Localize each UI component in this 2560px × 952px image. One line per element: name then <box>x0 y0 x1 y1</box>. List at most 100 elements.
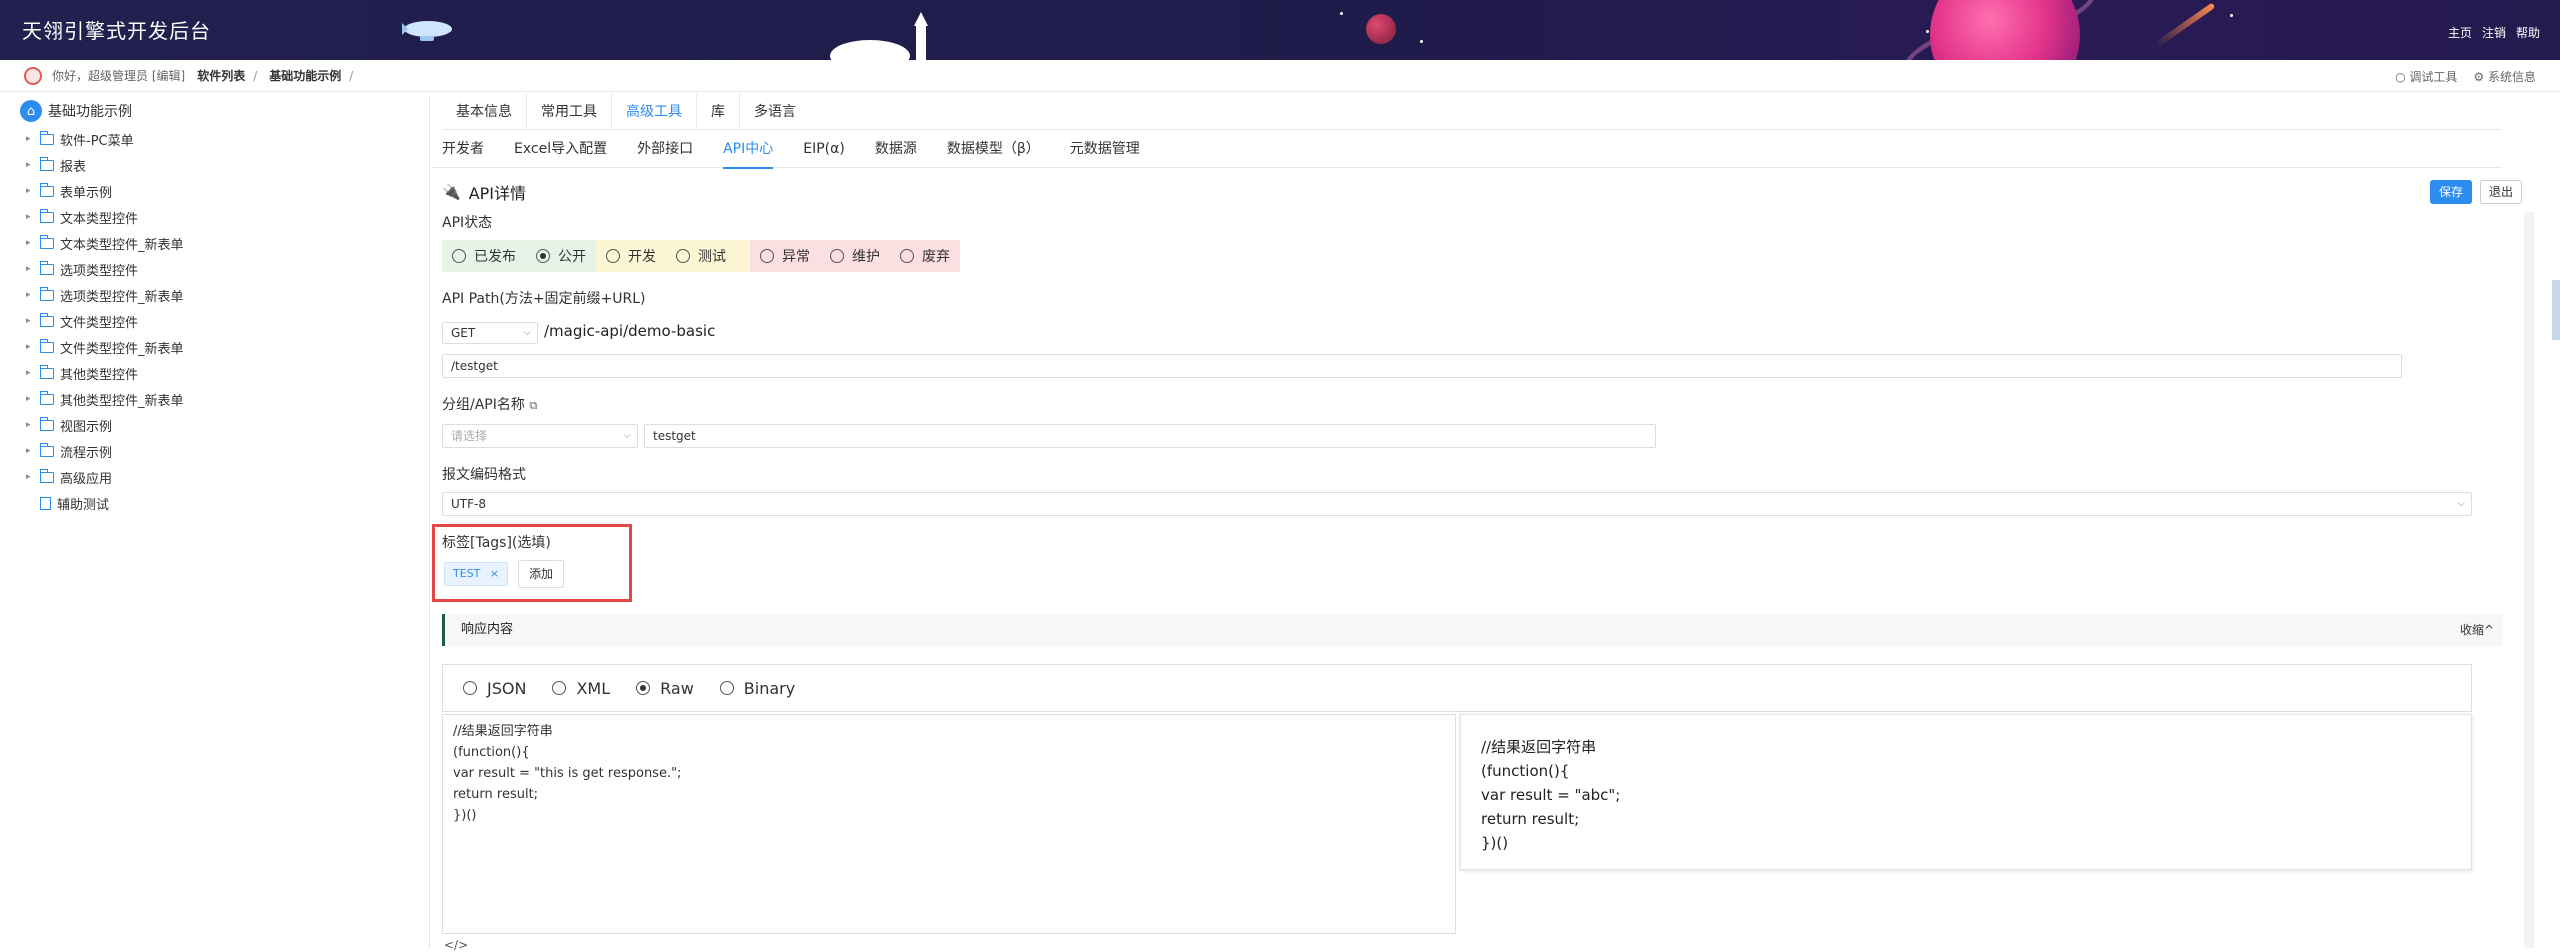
format-label: Raw <box>660 678 694 698</box>
tab-datasource[interactable]: 数据源 <box>865 130 937 168</box>
scrollbar[interactable] <box>2524 212 2534 948</box>
sidebar-item[interactable]: ▸ 文本类型控件_新表单 <box>26 230 184 256</box>
status-radio[interactable] <box>830 249 844 263</box>
code-icon[interactable]: </> <box>444 938 468 952</box>
avatar[interactable] <box>24 66 42 85</box>
save-button[interactable]: 保存 <box>2430 180 2472 204</box>
expand-icon[interactable]: ▸ <box>26 316 40 326</box>
sidebar-item[interactable]: ▸ 选项类型控件 <box>26 256 184 282</box>
status-option-label: 已发布 <box>474 249 516 265</box>
expand-icon[interactable]: ▸ <box>26 394 40 404</box>
expand-icon[interactable]: ▸ <box>26 238 40 248</box>
sidebar-item[interactable]: ▸ 其他类型控件 <box>26 360 184 386</box>
sidebar-item-label: 报表 <box>60 159 87 175</box>
sidebar-item[interactable]: ▸ 报表 <box>26 152 184 178</box>
collapse-button[interactable]: 收缩^ <box>2460 614 2494 646</box>
tree-root[interactable]: ⌂ 基础功能示例 <box>20 100 132 122</box>
status-radio[interactable] <box>606 249 620 263</box>
status-radio[interactable] <box>452 249 466 263</box>
expand-icon[interactable]: ▸ <box>26 472 40 482</box>
sidebar-item-label: 文件类型控件 <box>60 315 139 331</box>
status-radio[interactable] <box>760 249 774 263</box>
folder-icon <box>40 416 54 431</box>
sidebar-item[interactable]: ▸ 其他类型控件_新表单 <box>26 386 184 412</box>
expand-icon[interactable]: ▸ <box>26 290 40 300</box>
tree-root-label: 基础功能示例 <box>48 104 132 120</box>
expand-icon[interactable]: ▸ <box>26 342 40 352</box>
tab-developer[interactable]: 开发者 <box>432 130 504 168</box>
system-info-link[interactable]: ⚙ 系统信息 <box>2473 68 2536 85</box>
tree-list: ▸ 软件-PC菜单 ▸ 报表 ▸ 表单示例 ▸ 文本类型控件 ▸ 文本类型控件_新表单 ▸… <box>26 126 184 516</box>
response-preview: //结果返回字符串 (function(){ var result = "abc… <box>1460 714 2472 870</box>
group-select[interactable]: 请选择 ⌵ <box>442 424 638 448</box>
path-input[interactable]: /testget <box>442 354 2402 378</box>
sidebar-item[interactable]: ▸ 文本类型控件 <box>26 204 184 230</box>
format-option-xml[interactable]: XML <box>552 679 610 698</box>
sidebar-item-label: 其他类型控件 <box>60 367 139 383</box>
nav-home[interactable]: 主页 <box>2448 24 2472 41</box>
status-group-pink: 异常 维护 废弃 <box>750 240 960 272</box>
breadcrumb-item[interactable]: 软件列表 <box>197 67 245 84</box>
exit-button[interactable]: 退出 <box>2480 180 2522 204</box>
nav-logout[interactable]: 注销 <box>2482 24 2506 41</box>
sidebar-item[interactable]: ▸ 视图示例 <box>26 412 184 438</box>
expand-icon[interactable]: ▸ <box>26 186 40 196</box>
folder-icon <box>40 182 54 197</box>
encoding-label: 报文编码格式 <box>442 467 526 483</box>
breadcrumb: 你好，超级管理员 [编辑] 软件列表 / 基础功能示例 / ○ 调试工具 ⚙ 系… <box>0 60 2560 92</box>
debug-tools-link[interactable]: ○ 调试工具 <box>2395 68 2457 85</box>
expand-icon[interactable]: ▸ <box>26 134 40 144</box>
format-option-raw[interactable]: Raw <box>636 679 694 698</box>
tab-data-model[interactable]: 数据模型（β） <box>937 130 1060 168</box>
status-option-label: 公开 <box>558 249 586 265</box>
status-radio[interactable] <box>536 249 550 263</box>
tab-eip[interactable]: EIP(α) <box>793 130 865 168</box>
sidebar-item[interactable]: ▸ 流程示例 <box>26 438 184 464</box>
format-radio[interactable] <box>636 681 651 695</box>
tab-api-center[interactable]: API中心 <box>713 130 793 169</box>
format-option-json[interactable]: JSON <box>463 679 526 698</box>
format-radio[interactable] <box>552 681 567 695</box>
tab-i18n[interactable]: 多语言 <box>739 94 810 130</box>
format-radio-group: JSON XML Raw Binary <box>442 664 2472 712</box>
sidebar-item[interactable]: ▸ 高级应用 <box>26 464 184 490</box>
status-radio[interactable] <box>900 249 914 263</box>
api-name-input[interactable]: testget <box>644 424 1656 448</box>
copy-icon[interactable]: ⧉ <box>529 399 537 412</box>
expand-icon[interactable]: ▸ <box>26 368 40 378</box>
tab-basic-info[interactable]: 基本信息 <box>442 94 526 130</box>
scrollbar-thumb[interactable] <box>2552 280 2560 340</box>
response-code-editor[interactable]: //结果返回字符串 (function(){ var result = "thi… <box>442 714 1456 934</box>
breadcrumb-item[interactable]: 基础功能示例 <box>269 67 341 84</box>
sidebar-item[interactable]: ▸ 软件-PC菜单 <box>26 126 184 152</box>
expand-icon[interactable]: ▸ <box>26 212 40 222</box>
encoding-select[interactable]: UTF-8 ⌵ <box>442 492 2472 516</box>
sidebar-item[interactable]: 辅助测试 <box>26 490 184 516</box>
expand-icon[interactable]: ▸ <box>26 264 40 274</box>
tab-library[interactable]: 库 <box>696 94 739 130</box>
expand-icon[interactable]: ▸ <box>26 160 40 170</box>
sidebar-item[interactable]: ▸ 文件类型控件_新表单 <box>26 334 184 360</box>
chevron-down-icon: ⌵ <box>523 327 531 338</box>
method-select[interactable]: GET ⌵ <box>442 322 538 344</box>
expand-icon[interactable]: ▸ <box>26 446 40 456</box>
status-group-green: 已发布 公开 <box>442 240 596 272</box>
sidebar-item[interactable]: ▸ 表单示例 <box>26 178 184 204</box>
format-radio[interactable] <box>719 681 734 695</box>
tab-external-api[interactable]: 外部接口 <box>627 130 713 168</box>
nav-help[interactable]: 帮助 <box>2516 24 2540 41</box>
user-greeting[interactable]: 你好，超级管理员 [编辑] <box>52 67 185 84</box>
status-radio[interactable] <box>676 249 690 263</box>
expand-icon[interactable]: ▸ <box>26 420 40 430</box>
tab-advanced-tools[interactable]: 高级工具 <box>611 94 696 130</box>
format-radio[interactable] <box>463 681 477 695</box>
tab-metadata[interactable]: 元数据管理 <box>1060 130 1160 168</box>
sidebar-item[interactable]: ▸ 文件类型控件 <box>26 308 184 334</box>
tab-excel-import[interactable]: Excel导入配置 <box>504 130 627 168</box>
sidebar-item-label: 选项类型控件 <box>60 263 139 279</box>
status-option-label: 测试 <box>698 249 726 265</box>
format-option-binary[interactable]: Binary <box>719 679 795 698</box>
sidebar-item[interactable]: ▸ 选项类型控件_新表单 <box>26 282 184 308</box>
group-label: 分组/API名称 ⧉ <box>442 394 537 414</box>
tab-common-tools[interactable]: 常用工具 <box>526 94 611 130</box>
